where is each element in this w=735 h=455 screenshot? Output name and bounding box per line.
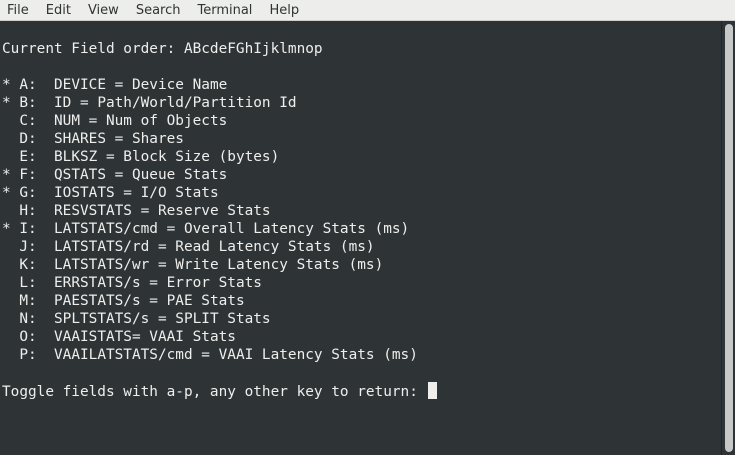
field-line-g: * G: IOSTATS = I/O Stats (2, 184, 219, 202)
field-description: LATSTATS/rd = Read Latency Stats (ms) (54, 239, 375, 255)
field-line-k: K: LATSTATS/wr = Write Latency Stats (ms… (2, 256, 383, 274)
field-marker (2, 257, 11, 273)
field-key: G: (19, 185, 37, 201)
field-marker (2, 149, 11, 165)
field-line-e: E: BLKSZ = Block Size (bytes) (2, 148, 279, 166)
field-line-n: N: SPLTSTATS/s = SPLIT Stats (2, 310, 271, 328)
field-description: RESVSTATS = Reserve Stats (54, 203, 271, 219)
field-line-b: * B: ID = Path/World/Partition Id (2, 94, 297, 112)
scrollbar-thumb[interactable] (725, 24, 733, 452)
field-marker: * (2, 167, 11, 183)
menu-terminal[interactable]: Terminal (197, 0, 252, 21)
menu-bar: File Edit View Search Terminal Help (0, 0, 735, 21)
field-marker (2, 239, 11, 255)
field-line-f: * F: QSTATS = Queue Stats (2, 166, 227, 184)
field-description: DEVICE = Device Name (54, 77, 228, 93)
field-key: N: (19, 311, 37, 327)
field-description: NUM = Num of Objects (54, 113, 228, 129)
field-line-i: * I: LATSTATS/cmd = Overall Latency Stat… (2, 220, 409, 238)
field-marker (2, 275, 11, 291)
terminal-window: File Edit View Search Terminal Help Curr… (0, 0, 735, 455)
field-marker (2, 293, 11, 309)
field-description: SHARES = Shares (54, 131, 184, 147)
field-marker: * (2, 95, 11, 111)
terminal-output[interactable]: Current Field order: ABcdeFGhIjklmnop * … (0, 21, 721, 455)
field-key: A: (19, 77, 37, 93)
field-line-m: M: PAESTATS/s = PAE Stats (2, 292, 245, 310)
field-description: LATSTATS/wr = Write Latency Stats (ms) (54, 257, 384, 273)
field-marker (2, 203, 11, 219)
field-line-j: J: LATSTATS/rd = Read Latency Stats (ms) (2, 238, 375, 256)
field-marker: * (2, 185, 11, 201)
field-line-p: P: VAAILATSTATS/cmd = VAAI Latency Stats… (2, 346, 418, 364)
field-key: J: (19, 239, 37, 255)
menu-help[interactable]: Help (269, 0, 299, 21)
field-marker (2, 113, 11, 129)
field-description: SPLTSTATS/s = SPLIT Stats (54, 311, 271, 327)
prompt-text: Toggle fields with a-p, any other key to… (2, 384, 427, 400)
field-line-a: * A: DEVICE = Device Name (2, 76, 227, 94)
field-description: IOSTATS = I/O Stats (54, 185, 219, 201)
field-key: L: (19, 275, 37, 291)
field-line-o: O: VAAISTATS= VAAI Stats (2, 328, 236, 346)
menu-file[interactable]: File (7, 0, 29, 21)
field-key: C: (19, 113, 37, 129)
field-description: LATSTATS/cmd = Overall Latency Stats (ms… (54, 221, 410, 237)
field-description: PAESTATS/s = PAE Stats (54, 293, 245, 309)
field-description: ID = Path/World/Partition Id (54, 95, 297, 111)
field-description: QSTATS = Queue Stats (54, 167, 228, 183)
field-marker (2, 347, 11, 363)
menu-search[interactable]: Search (136, 0, 181, 21)
field-key: O: (19, 329, 37, 345)
field-description: VAAILATSTATS/cmd = VAAI Latency Stats (m… (54, 347, 418, 363)
field-key: H: (19, 203, 37, 219)
field-line-l: L: ERRSTATS/s = Error Stats (2, 274, 262, 292)
field-marker (2, 329, 11, 345)
field-key: D: (19, 131, 37, 147)
field-description: BLKSZ = Block Size (bytes) (54, 149, 280, 165)
field-description: VAAISTATS= VAAI Stats (54, 329, 236, 345)
field-key: P: (19, 347, 37, 363)
field-key: K: (19, 257, 37, 273)
field-key: B: (19, 95, 37, 111)
field-description: ERRSTATS/s = Error Stats (54, 275, 262, 291)
field-marker: * (2, 77, 11, 93)
field-order-header: Current Field order: ABcdeFGhIjklmnop (2, 41, 323, 57)
field-line-h: H: RESVSTATS = Reserve Stats (2, 202, 271, 220)
menu-view[interactable]: View (88, 0, 119, 21)
field-key: I: (19, 221, 37, 237)
field-line-c: C: NUM = Num of Objects (2, 112, 227, 130)
field-marker: * (2, 221, 11, 237)
field-marker (2, 311, 11, 327)
field-key: F: (19, 167, 37, 183)
field-key: E: (19, 149, 37, 165)
field-marker (2, 131, 11, 147)
prompt-line: Toggle fields with a-p, any other key to… (2, 382, 437, 400)
field-key: M: (19, 293, 37, 309)
field-line-d: D: SHARES = Shares (2, 130, 184, 148)
menu-edit[interactable]: Edit (46, 0, 71, 21)
vertical-scrollbar[interactable] (721, 21, 735, 455)
text-cursor[interactable] (427, 382, 437, 399)
